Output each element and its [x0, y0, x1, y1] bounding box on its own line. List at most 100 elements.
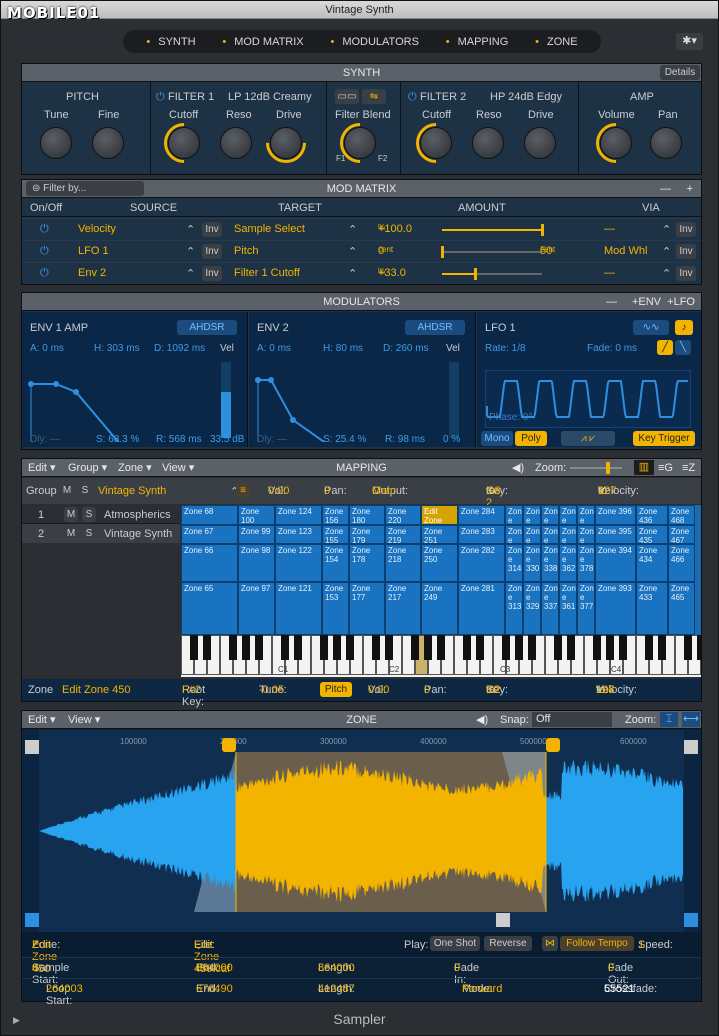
- zone-cell[interactable]: Zone 121: [275, 582, 322, 635]
- zone-cell[interactable]: Zone 97: [238, 582, 275, 635]
- snap-select[interactable]: Off: [532, 712, 612, 727]
- zone-cell[interactable]: Zone 65: [181, 582, 238, 635]
- mod-source-select[interactable]: Velocity: [78, 223, 116, 235]
- group-view-icon[interactable]: ≡G: [658, 459, 673, 477]
- zoom-vertical-icon[interactable]: ⌶: [660, 712, 678, 727]
- mod-amount-handle[interactable]: [541, 224, 544, 236]
- tab-zone[interactable]: ZONE: [535, 36, 578, 48]
- group-row-1-mute[interactable]: M: [64, 507, 78, 522]
- mapping-menu-group[interactable]: Group ▾: [68, 459, 107, 477]
- zone-cell[interactable]: Zone 98: [238, 544, 275, 582]
- zone-cell[interactable]: Zone 283: [458, 525, 505, 544]
- mapping-menu-zone[interactable]: Zone ▾: [118, 459, 152, 477]
- filter2-drive-knob[interactable]: [524, 127, 556, 159]
- black-key[interactable]: [372, 635, 380, 660]
- zone-cell[interactable]: Zone 282: [458, 544, 505, 582]
- mapping-zoom-slider[interactable]: [570, 462, 622, 474]
- zone-view-icon[interactable]: ≡Z: [682, 459, 695, 477]
- zone-cell[interactable]: Zone 284: [458, 505, 505, 525]
- zone-cell[interactable]: Zone 433: [636, 582, 668, 635]
- zone-cell[interactable]: Zone 466: [668, 544, 695, 582]
- zone-cell[interactable]: Zone 467: [668, 525, 695, 544]
- zoom-horizontal-icon[interactable]: ⟷: [682, 712, 700, 727]
- one-shot-button[interactable]: One Shot: [430, 936, 480, 951]
- env1-release[interactable]: R: 568 ms: [156, 434, 202, 445]
- filter-blend-knob[interactable]: [344, 127, 376, 159]
- zone-cell[interactable]: Edit Zone 450: [421, 505, 458, 525]
- mod-source-select[interactable]: Env 2: [78, 267, 106, 279]
- zone-cell[interactable]: Zone 217: [385, 582, 421, 635]
- zone-cell[interactable]: Zone 250: [421, 544, 458, 582]
- zone-cell[interactable]: Zon e 338: [541, 544, 559, 582]
- group-mute-button[interactable]: M: [60, 483, 74, 498]
- zone-pitch-button[interactable]: Pitch: [320, 682, 352, 697]
- via-invert-button[interactable]: Inv: [676, 266, 696, 281]
- sample-start-handle-icon[interactable]: [25, 913, 39, 927]
- source-invert-button[interactable]: Inv: [202, 244, 222, 259]
- env2-attack[interactable]: A: 0 ms: [257, 343, 291, 354]
- group-name-select[interactable]: Vintage Synth: [98, 485, 166, 497]
- filter1-power-icon[interactable]: ⏻: [156, 91, 165, 104]
- mod-via-select[interactable]: —: [604, 267, 615, 279]
- env1-attack[interactable]: A: 0 ms: [30, 343, 64, 354]
- mod-amount-slider[interactable]: [441, 246, 542, 258]
- poly-button[interactable]: Poly: [515, 431, 547, 446]
- source-invert-button[interactable]: Inv: [202, 266, 222, 281]
- details-button[interactable]: Details: [660, 65, 700, 80]
- black-key[interactable]: [684, 635, 692, 660]
- black-key[interactable]: [645, 635, 653, 660]
- black-key[interactable]: [346, 635, 354, 660]
- filter2-type-select[interactable]: HP 24dB Edgy: [490, 91, 562, 103]
- black-key[interactable]: [554, 635, 562, 660]
- tab-mod-matrix[interactable]: MOD MATRIX: [222, 36, 303, 48]
- group-row-2-solo[interactable]: S: [82, 526, 96, 541]
- zone-cell[interactable]: Zone 434: [636, 544, 668, 582]
- fade-out-icon[interactable]: ╲: [675, 340, 691, 355]
- zone-cell[interactable]: Zon e 380: [577, 505, 595, 525]
- zone-cell[interactable]: Zon e 314: [505, 544, 523, 582]
- env1-delay[interactable]: Dly: —: [30, 434, 60, 445]
- zone-cell[interactable]: Zone 154: [322, 544, 349, 582]
- black-key[interactable]: [333, 635, 341, 660]
- filter2-reso-knob[interactable]: [472, 127, 504, 159]
- zone-menu-view[interactable]: View ▾: [68, 711, 100, 729]
- filter1-cutoff-knob[interactable]: [168, 127, 200, 159]
- zone-cell[interactable]: Zone 156: [322, 505, 349, 525]
- zone-cell[interactable]: Zone 249: [421, 582, 458, 635]
- black-key[interactable]: [281, 635, 289, 660]
- lfo1-phase[interactable]: Phase: 0°: [489, 412, 532, 423]
- zone-cell[interactable]: Zone 396: [595, 505, 636, 525]
- mod-amount-slider[interactable]: [442, 224, 544, 236]
- filter-serial-icon[interactable]: ▭▭: [335, 89, 359, 104]
- black-key[interactable]: [242, 635, 250, 660]
- zone-cell[interactable]: Zon e 315: [505, 525, 523, 544]
- power-icon[interactable]: ⏻: [40, 223, 49, 236]
- zone-cell[interactable]: Zon e 378: [577, 544, 595, 582]
- mapping-menu-view[interactable]: View ▾: [162, 459, 194, 477]
- source-invert-button[interactable]: Inv: [202, 222, 222, 237]
- zone-cell[interactable]: Zone 468: [668, 505, 695, 525]
- zone-cell[interactable]: Zone 179: [349, 525, 385, 544]
- black-key[interactable]: [385, 635, 393, 660]
- keyboard-view-icon[interactable]: ▥: [634, 460, 654, 475]
- env1-sustain[interactable]: S: 68.3 %: [96, 434, 139, 445]
- env2-release[interactable]: R: 98 ms: [385, 434, 425, 445]
- mapping-menu-edit[interactable]: Edit ▾: [28, 459, 56, 477]
- zone-cell[interactable]: Zone 394: [595, 544, 636, 582]
- zone-cell[interactable]: Zon e 363: [559, 525, 577, 544]
- black-key[interactable]: [619, 635, 627, 660]
- zone-cell[interactable]: Zone 435: [636, 525, 668, 544]
- group-row-1[interactable]: 1 M S Atmospherics: [22, 505, 180, 524]
- via-invert-button[interactable]: Inv: [676, 244, 696, 259]
- zone-cell[interactable]: Zone 177: [349, 582, 385, 635]
- tab-synth[interactable]: SYNTH: [146, 36, 195, 48]
- remove-row-button[interactable]: —: [660, 180, 671, 198]
- lfo1-rate[interactable]: Rate: 1/8: [485, 343, 526, 354]
- group-solo-button[interactable]: S: [78, 483, 92, 498]
- mod-target-select[interactable]: Filter 1 Cutoff: [234, 267, 300, 279]
- zone-cell[interactable]: Zon e 377: [577, 582, 595, 635]
- sample-end-handle-icon[interactable]: [684, 913, 698, 927]
- gear-icon[interactable]: ✱▾: [676, 33, 703, 50]
- zone-cell[interactable]: Zon e 362: [559, 544, 577, 582]
- env1-decay[interactable]: D: 1092 ms: [154, 343, 205, 354]
